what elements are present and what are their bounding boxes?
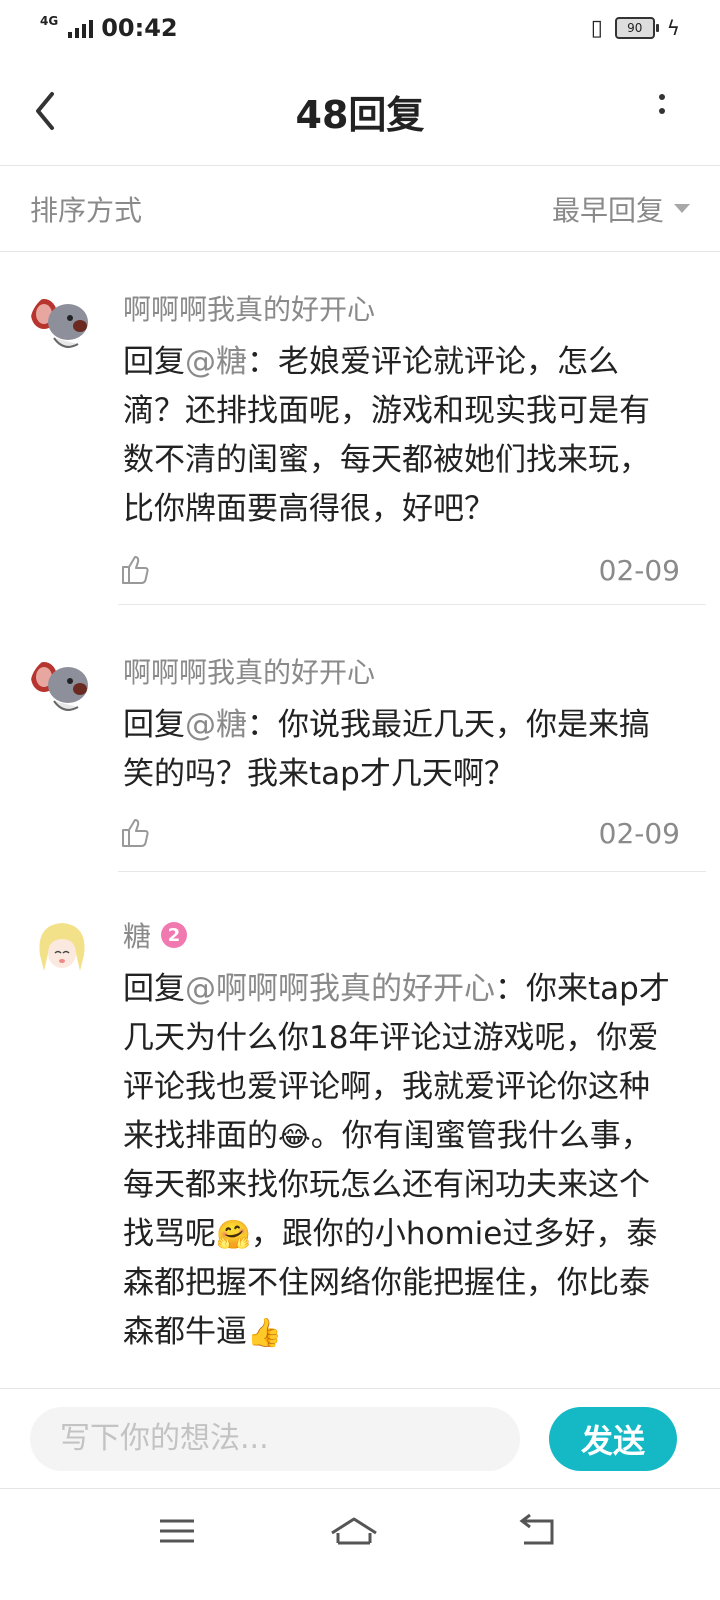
more-options-button[interactable] xyxy=(656,94,668,134)
reply-prefix: 回复 xyxy=(123,971,185,1007)
sort-bar: 排序方式 最早回复 xyxy=(0,166,720,252)
comment-body: 糖 2 回复@啊啊啊我真的好开心：你来tap才几天为什么你18年评论过游戏呢，你… xyxy=(123,915,680,1357)
page-title: 48回复 xyxy=(295,93,425,137)
comment-date: 02-09 xyxy=(598,554,680,587)
comment-text: 回复@糖：你说我最近几天，你是来搞笑的吗？我来tap才几天啊？ xyxy=(123,701,680,799)
like-icon[interactable] xyxy=(117,815,153,851)
avatar[interactable] xyxy=(30,915,94,979)
mention-link[interactable]: @啊啊啊我真的好开心 xyxy=(185,971,495,1007)
charging-icon: ϟ xyxy=(666,16,680,40)
reply-input-bar: 写下你的想法... 发送 xyxy=(0,1388,720,1488)
reply-prefix: 回复 xyxy=(123,707,185,743)
battery-icon: 90 xyxy=(614,17,659,39)
mouse-avatar-icon xyxy=(30,292,94,356)
dot-icon xyxy=(659,94,665,100)
comment-body: 啊啊啊我真的好开心 回复@糖：你说我最近几天，你是来搞笑的吗？我来tap才几天啊… xyxy=(123,651,680,799)
comment-item: 糖 2 回复@啊啊啊我真的好开心：你来tap才几天为什么你18年评论过游戏呢，你… xyxy=(0,871,720,1388)
sort-label: 排序方式 xyxy=(30,193,143,227)
back-nav-icon[interactable] xyxy=(508,1511,568,1551)
sort-value: 最早回复 xyxy=(551,193,664,227)
vibrate-icon: ▯ xyxy=(590,15,603,41)
clock: 00:42 xyxy=(101,14,178,42)
comment-meta: 02-09 xyxy=(122,552,680,592)
home-icon[interactable] xyxy=(324,1511,384,1551)
sort-dropdown[interactable]: 最早回复 xyxy=(552,189,690,229)
anime-girl-avatar-icon xyxy=(30,915,94,979)
dropdown-caret-icon xyxy=(674,204,690,213)
like-icon[interactable] xyxy=(117,552,153,588)
status-right: ▯ 90 ϟ xyxy=(591,16,680,41)
hug-emoji-icon: 🤗 xyxy=(216,1218,251,1251)
status-bar: 4G 00:42 ▯ 90 ϟ xyxy=(0,0,720,56)
signal-icon xyxy=(68,18,94,38)
reply-prefix: 回复 xyxy=(123,344,185,380)
dot-icon xyxy=(659,108,665,114)
system-nav-bar xyxy=(0,1488,720,1600)
comment-text: 回复@啊啊啊我真的好开心：你来tap才几天为什么你18年评论过游戏呢，你爱评论我… xyxy=(123,965,680,1357)
comment-text: 回复@糖：老娘爱评论就评论，怎么滴？还排找面呢，游戏和现实我可是有数不清的闺蜜，… xyxy=(123,338,680,534)
network-type: 4G xyxy=(40,14,59,28)
level-badge: 2 xyxy=(161,922,188,948)
menu-icon[interactable] xyxy=(148,1511,208,1551)
mouse-avatar-icon xyxy=(30,655,94,719)
battery-level: 90 xyxy=(627,21,643,35)
username-text: 啊啊啊我真的好开心 xyxy=(123,293,376,326)
send-button[interactable]: 发送 xyxy=(549,1407,677,1471)
thumbs-up-emoji-icon: 👍 xyxy=(247,1316,282,1349)
username-text: 糖 xyxy=(123,920,152,953)
avatar[interactable] xyxy=(30,655,94,719)
mention-link[interactable]: @糖 xyxy=(185,707,247,743)
status-left: 4G 00:42 xyxy=(40,14,178,42)
username[interactable]: 啊啊啊我真的好开心 xyxy=(123,651,680,691)
comment-input[interactable]: 写下你的想法... xyxy=(30,1407,520,1471)
username[interactable]: 啊啊啊我真的好开心 xyxy=(123,288,680,328)
avatar[interactable] xyxy=(30,292,94,356)
mention-link[interactable]: @糖 xyxy=(185,344,247,380)
laughing-emoji-icon: 😂 xyxy=(278,1120,311,1153)
username-text: 啊啊啊我真的好开心 xyxy=(123,656,376,689)
username[interactable]: 糖 2 xyxy=(123,915,680,955)
header: 48回复 xyxy=(0,56,720,166)
comment-body: 啊啊啊我真的好开心 回复@糖：老娘爱评论就评论，怎么滴？还排找面呢，游戏和现实我… xyxy=(123,288,680,534)
comment-meta: 02-09 xyxy=(122,815,680,855)
divider xyxy=(118,604,706,605)
comment-date: 02-09 xyxy=(598,817,680,850)
